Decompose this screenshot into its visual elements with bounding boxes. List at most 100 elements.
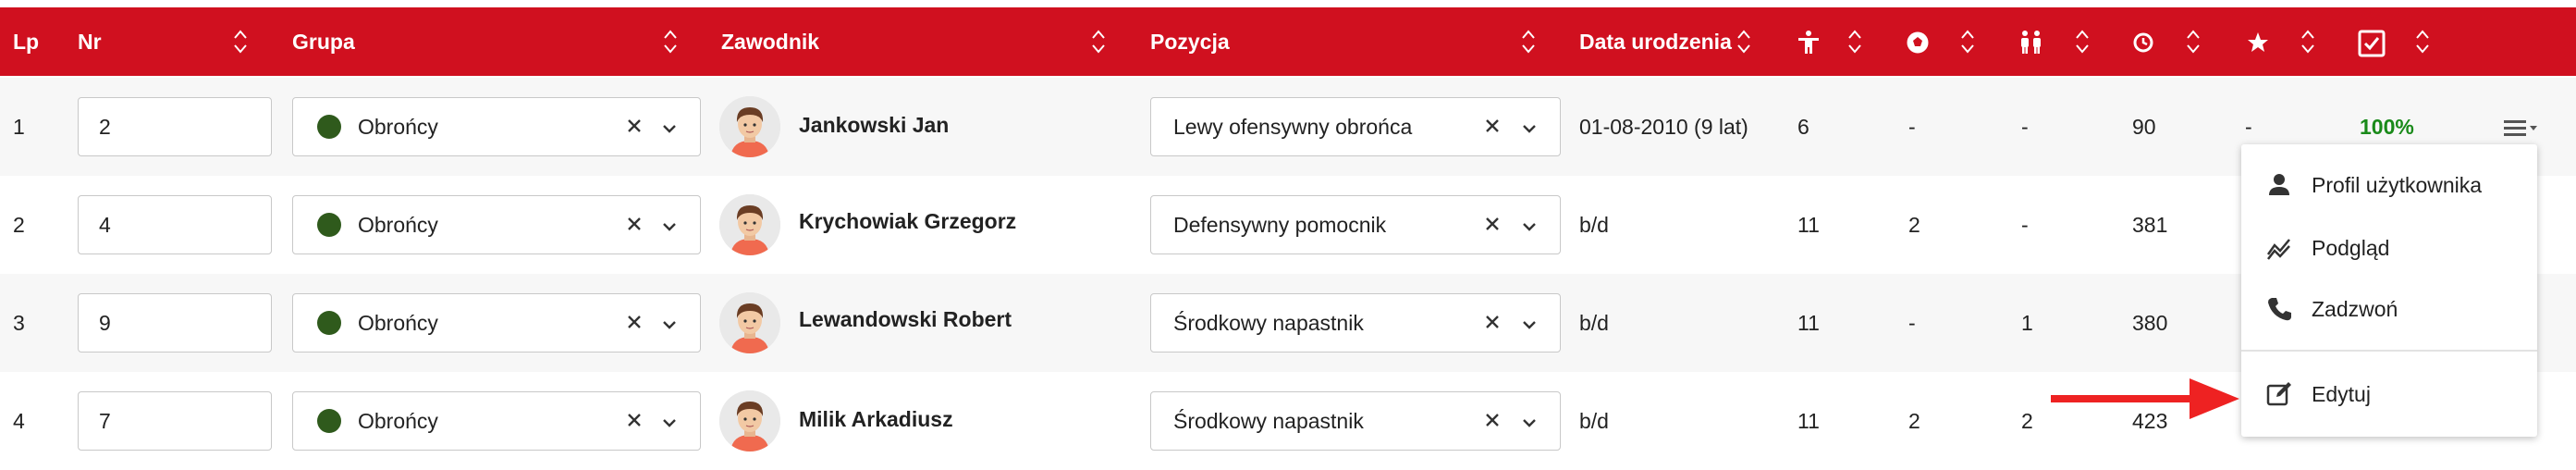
chevron-down-icon[interactable] [1519, 118, 1539, 137]
group-select[interactable]: Obrońcy [292, 195, 701, 254]
row-menu-icon[interactable] [2502, 118, 2539, 139]
sort-stat6-icon[interactable] [2415, 28, 2430, 56]
group-color-dot [317, 213, 341, 237]
stat-rating: - [2245, 115, 2252, 139]
clear-icon[interactable] [1482, 214, 1503, 234]
stat-minutes: 381 [2132, 213, 2168, 237]
sort-grupa-icon[interactable] [663, 28, 678, 56]
header-data-urodzenia[interactable]: Data urodzenia [1579, 7, 1732, 76]
menu-divider [2241, 350, 2537, 352]
nr-input[interactable]: 9 [78, 293, 272, 352]
row-actions-dropdown: Profil użytkownika Podgląd Zadzwoń Edytu… [2241, 144, 2537, 437]
chevron-down-icon[interactable] [1519, 413, 1539, 431]
group-select-value: Obrońcy [358, 212, 438, 237]
group-color-dot [317, 409, 341, 433]
stat-goals: - [1908, 115, 1916, 139]
stat-substitutions: 2 [2021, 409, 2033, 433]
group-color-dot [317, 115, 341, 139]
group-select[interactable]: Obrońcy [292, 97, 701, 156]
stat-appearances: 11 [1797, 409, 1820, 433]
position-select[interactable]: Środkowy napastnik [1150, 391, 1561, 451]
stat-goals: 2 [1908, 213, 1920, 237]
group-select-value: Obrońcy [358, 114, 438, 139]
stat-appearances: 11 [1797, 311, 1820, 335]
player-name[interactable]: Jankowski Jan [799, 113, 949, 138]
header-zawodnik[interactable]: Zawodnik [721, 7, 819, 76]
stat-attendance: 100% [2360, 115, 2414, 139]
menu-item-preview[interactable]: Podgląd [2241, 220, 2537, 276]
chevron-down-icon[interactable] [1519, 315, 1539, 333]
top-strip [0, 0, 2576, 7]
sort-stat2-icon[interactable] [1960, 28, 1975, 56]
position-select[interactable]: Środkowy napastnik [1150, 293, 1561, 352]
position-select[interactable]: Defensywny pomocnik [1150, 195, 1561, 254]
table-row: 2 4 Obrońcy Krychowiak Grzegorz Defensyw… [0, 176, 2576, 276]
nr-input[interactable]: 7 [78, 391, 272, 451]
menu-item-edit[interactable]: Edytuj [2241, 366, 2537, 422]
stat-substitutions: - [2021, 115, 2029, 139]
attendance-check-icon [2358, 30, 2386, 57]
sort-pozycja-icon[interactable] [1521, 28, 1536, 56]
person-icon [2265, 171, 2293, 199]
menu-item-label: Profil użytkownika [2312, 172, 2483, 197]
menu-item-label: Podgląd [2312, 235, 2390, 260]
stat-goals: - [1908, 311, 1916, 335]
sort-stat3-icon[interactable] [2075, 28, 2090, 56]
header-lp[interactable]: Lp [13, 7, 39, 76]
row-lp: 3 [13, 310, 25, 335]
table-header: Lp Nr Grupa Zawodnik Pozycja Data urodze… [0, 7, 2576, 76]
appearances-icon [1796, 30, 1822, 56]
clear-icon[interactable] [1482, 312, 1503, 332]
birth-date: b/d [1579, 213, 1609, 237]
position-select-value: Lewy ofensywny obrońca [1173, 114, 1413, 139]
group-color-dot [317, 311, 341, 335]
chevron-down-icon[interactable] [659, 315, 680, 333]
chevron-down-icon[interactable] [659, 216, 680, 235]
clear-icon[interactable] [624, 214, 644, 234]
clear-icon[interactable] [624, 410, 644, 430]
avatar [719, 96, 780, 157]
trend-line-icon [2265, 234, 2293, 262]
sort-stat4-icon[interactable] [2186, 28, 2201, 56]
sort-data-icon[interactable] [1736, 28, 1751, 56]
nr-input[interactable]: 2 [78, 97, 272, 156]
annotation-arrow-icon [2051, 376, 2241, 422]
birth-date: b/d [1579, 409, 1609, 433]
substitutions-icon [2018, 30, 2043, 56]
avatar [719, 390, 780, 451]
group-select[interactable]: Obrońcy [292, 391, 701, 451]
sort-nr-icon[interactable] [233, 28, 248, 56]
nr-input[interactable]: 4 [78, 195, 272, 254]
header-grupa[interactable]: Grupa [292, 7, 355, 76]
row-lp: 1 [13, 114, 25, 139]
group-select-value: Obrońcy [358, 310, 438, 335]
menu-item-profile[interactable]: Profil użytkownika [2241, 157, 2537, 213]
rating-star-icon [2245, 30, 2271, 56]
player-name[interactable]: Lewandowski Robert [799, 307, 1012, 332]
clear-icon[interactable] [624, 312, 644, 332]
header-nr[interactable]: Nr [78, 7, 102, 76]
chevron-down-icon[interactable] [659, 118, 680, 137]
sort-stat1-icon[interactable] [1847, 28, 1862, 56]
stat-substitutions: 1 [2021, 311, 2033, 335]
menu-item-call[interactable]: Zadzwoń [2241, 281, 2537, 337]
row-lp: 4 [13, 408, 25, 433]
minutes-clock-icon [2130, 30, 2156, 56]
player-name[interactable]: Krychowiak Grzegorz [799, 209, 1016, 234]
avatar [719, 292, 780, 353]
header-pozycja[interactable]: Pozycja [1150, 7, 1230, 76]
position-select-value: Środkowy napastnik [1173, 408, 1364, 433]
position-select[interactable]: Lewy ofensywny obrońca [1150, 97, 1561, 156]
clear-icon[interactable] [624, 116, 644, 136]
player-name[interactable]: Milik Arkadiusz [799, 407, 953, 432]
goals-ball-icon [1905, 30, 1931, 56]
clear-icon[interactable] [1482, 410, 1503, 430]
sort-stat5-icon[interactable] [2300, 28, 2315, 56]
clear-icon[interactable] [1482, 116, 1503, 136]
sort-zawodnik-icon[interactable] [1091, 28, 1106, 56]
group-select[interactable]: Obrońcy [292, 293, 701, 352]
stat-substitutions: - [2021, 213, 2029, 237]
position-select-value: Defensywny pomocnik [1173, 212, 1387, 237]
chevron-down-icon[interactable] [659, 413, 680, 431]
chevron-down-icon[interactable] [1519, 216, 1539, 235]
